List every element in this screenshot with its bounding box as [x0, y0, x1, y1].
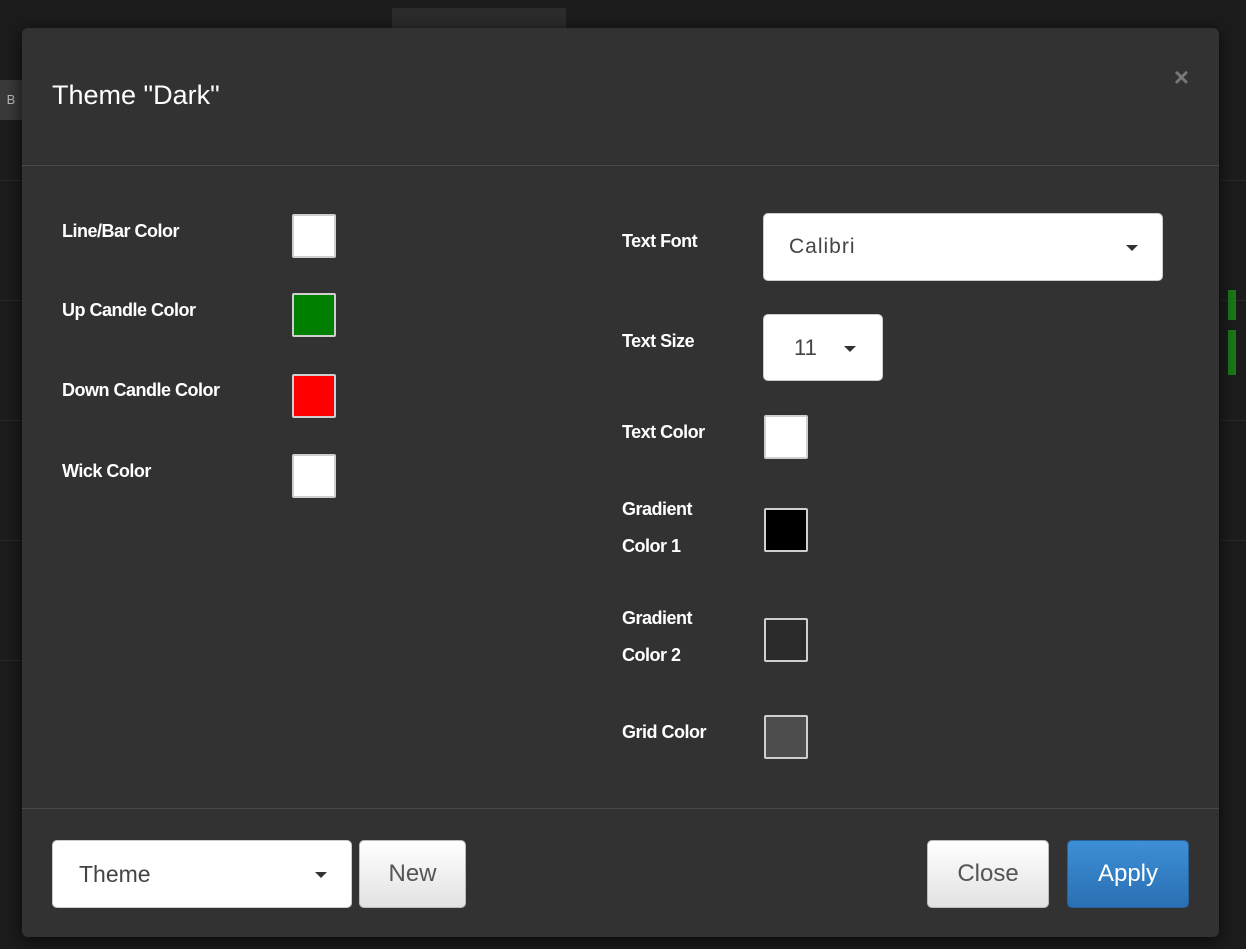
grid-line: [1220, 180, 1246, 181]
caret-down-icon: [315, 872, 327, 878]
dialog-footer: Theme New Close Apply: [22, 808, 1219, 938]
wick-color-label: Wick Color: [62, 461, 151, 481]
text-font-value: Calibri: [789, 235, 856, 258]
new-button[interactable]: New: [359, 840, 466, 908]
dialog-header: Theme "Dark" ×: [22, 28, 1219, 166]
text-color-swatch[interactable]: [764, 415, 808, 459]
close-button[interactable]: Close: [927, 840, 1049, 908]
text-color-label: Text Color: [622, 422, 705, 442]
caret-down-icon: [844, 346, 856, 352]
grid-line: [0, 300, 22, 301]
candle: [1228, 290, 1236, 320]
grid-line: [0, 180, 22, 181]
line-bar-color-swatch[interactable]: [292, 214, 336, 258]
grid-line: [0, 420, 22, 421]
theme-select[interactable]: Theme: [52, 840, 352, 908]
grid-color-swatch[interactable]: [764, 715, 808, 759]
down-candle-color-label: Down Candle Color: [62, 380, 220, 400]
text-font-select[interactable]: Calibri: [763, 213, 1163, 281]
up-candle-color-swatch[interactable]: [292, 293, 336, 337]
caret-down-icon: [1126, 245, 1138, 251]
gradient-color-2-label-line1: Gradient: [622, 608, 693, 628]
text-size-select[interactable]: 11: [763, 314, 883, 381]
grid-line: [1220, 540, 1246, 541]
gradient-color-1-label-line1: Gradient: [622, 499, 693, 519]
candle: [1228, 330, 1236, 375]
gradient-color-1-label-line2: Color 1: [622, 536, 681, 556]
gradient-color-2-swatch[interactable]: [764, 618, 808, 662]
text-size-value: 11: [794, 334, 817, 360]
text-font-label: Text Font: [622, 231, 698, 251]
wick-color-swatch[interactable]: [292, 454, 336, 498]
grid-line: [1220, 420, 1246, 421]
down-candle-color-swatch[interactable]: [292, 374, 336, 418]
close-icon[interactable]: ×: [1174, 64, 1189, 90]
line-bar-color-label: Line/Bar Color: [62, 221, 180, 241]
gradient-color-1-swatch[interactable]: [764, 508, 808, 552]
theme-dialog: Theme "Dark" × Line/Bar Color Up Candle …: [22, 28, 1219, 937]
theme-select-value: Theme: [79, 860, 151, 887]
dialog-title: Theme "Dark": [52, 80, 220, 110]
background-tab-letter: B: [0, 80, 22, 120]
grid-color-label: Grid Color: [622, 722, 707, 742]
grid-line: [0, 540, 22, 541]
text-size-label: Text Size: [622, 331, 695, 351]
background-tab: [392, 8, 566, 30]
grid-line: [0, 660, 22, 661]
gradient-color-2-label-line2: Color 2: [622, 645, 681, 665]
apply-button[interactable]: Apply: [1067, 840, 1189, 908]
up-candle-color-label: Up Candle Color: [62, 300, 196, 320]
